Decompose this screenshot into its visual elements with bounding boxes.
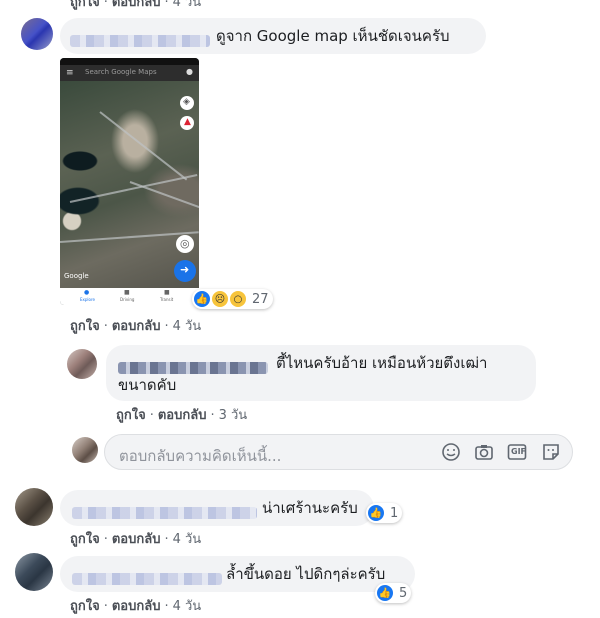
reply-link[interactable]: ตอบกลับ	[158, 408, 207, 423]
commenter-name[interactable]	[72, 572, 222, 585]
comment-text: ล้ำขึ้นดอย ไปดิกๆล่ะครับ	[226, 565, 386, 583]
comment-actions: ถูกใจ · ตอบกลับ · 4 วัน	[70, 599, 202, 614]
comment-actions: ถูกใจ · ตอบกลับ · 4 วัน	[70, 319, 202, 334]
comment-time: 4 วัน	[172, 599, 202, 614]
comment-time: 4 วัน	[172, 319, 202, 334]
commenter-name[interactable]	[72, 506, 257, 519]
nav-driving[interactable]: Driving	[120, 297, 134, 302]
reply-text-line2: ขนาดคับ	[118, 376, 177, 394]
gif-label: GIF	[511, 447, 527, 456]
comment-time: 4 วัน	[172, 532, 202, 547]
avatar[interactable]	[21, 18, 53, 50]
reply-input[interactable]: ตอบกลับความคิดเห็นนี้... GIF	[104, 434, 573, 470]
google-logo: Google	[64, 272, 89, 280]
reply-actions: ถูกใจ · ตอบกลับ · 3 วัน	[116, 408, 248, 423]
sad-icon: ☹	[212, 291, 228, 307]
reply-bubble: ตี้ไหนครับอ้าย เหมือนห้วยตึงเฒ่า ขนาดคับ	[106, 345, 536, 401]
like-icon: 👍	[377, 585, 393, 601]
train-icon: ■	[164, 289, 170, 296]
current-user-avatar	[72, 437, 98, 463]
maps-search-placeholder: Search Google Maps	[85, 68, 157, 76]
directions-button[interactable]: ➜	[174, 260, 196, 282]
comment-bubble: ดูจาก Google map เห็นชัดเจนครับ	[60, 18, 486, 54]
reply-link[interactable]: ตอบกลับ	[112, 599, 161, 614]
wow-icon: ○	[230, 291, 246, 307]
emoji-icon[interactable]	[441, 442, 463, 464]
maps-search-bar: ≡ Search Google Maps ●	[60, 65, 199, 81]
reply-text-line1: ตี้ไหนครับอ้าย เหมือนห้วยตึงเฒ่า	[276, 354, 488, 372]
my-location-button[interactable]: ◎	[176, 235, 194, 253]
reply-link[interactable]: ตอบกลับ	[112, 532, 161, 547]
directions-icon: ➜	[180, 263, 190, 276]
comment-actions: ถูกใจ · ตอบกลับ · 4 วัน	[70, 532, 202, 547]
comment-bubble: น่าเศร้านะครับ	[60, 490, 374, 526]
nav-explore[interactable]: Explore	[80, 297, 95, 302]
like-link[interactable]: ถูกใจ	[70, 532, 100, 547]
avatar[interactable]	[15, 488, 53, 526]
reaction-count: 5	[399, 585, 408, 601]
comment-bubble: ล้ำขึ้นดอย ไปดิกๆล่ะครับ	[60, 556, 415, 592]
sticker-icon[interactable]	[541, 442, 563, 464]
reply-input-placeholder: ตอบกลับความคิดเห็นนี้...	[119, 447, 282, 465]
satellite-map	[60, 81, 199, 288]
reply-link[interactable]: ตอบกลับ	[112, 319, 161, 334]
car-icon: ■	[124, 289, 130, 296]
avatar[interactable]	[15, 553, 53, 591]
reaction-summary[interactable]: 👍 1	[366, 503, 403, 523]
explore-icon: ●	[84, 289, 90, 296]
comment-time: 3 วัน	[218, 408, 248, 423]
menu-icon: ≡	[66, 68, 74, 78]
camera-icon[interactable]	[474, 442, 496, 464]
like-icon: 👍	[194, 291, 210, 307]
layers-icon: ◈	[183, 97, 190, 107]
comment-text: น่าเศร้านะครับ	[262, 499, 358, 517]
maps-bottom-nav: Explore Driving Transit ● ■ ■	[60, 288, 199, 305]
reaction-summary[interactable]: 👍 5	[375, 583, 412, 603]
reaction-summary[interactable]: 👍 ☹ ○ 27	[192, 289, 273, 309]
previous-comment-actions: ถูกใจ · ตอบกลับ · 4 วัน	[70, 0, 201, 12]
commenter-name[interactable]	[70, 34, 210, 47]
location-icon: ◎	[180, 237, 190, 250]
gif-icon[interactable]: GIF	[507, 442, 529, 464]
reaction-count: 1	[390, 505, 399, 521]
microphone-icon: ●	[186, 67, 193, 76]
reply-link[interactable]: ตอบกลับ	[112, 0, 161, 10]
like-link[interactable]: ถูกใจ	[70, 0, 100, 10]
compass-icon: ▲	[184, 117, 191, 127]
commenter-name[interactable]	[118, 361, 268, 374]
layers-button[interactable]: ◈	[180, 96, 194, 110]
like-link[interactable]: ถูกใจ	[116, 408, 146, 423]
avatar[interactable]	[67, 349, 97, 379]
nav-transit[interactable]: Transit	[160, 297, 173, 302]
compass-button[interactable]: ▲	[180, 116, 194, 130]
like-link[interactable]: ถูกใจ	[70, 599, 100, 614]
map-screenshot-attachment[interactable]: ≡ Search Google Maps ● ◈ ▲ ◎ ➜ Google Ex…	[60, 58, 199, 305]
like-link[interactable]: ถูกใจ	[70, 319, 100, 334]
reaction-count: 27	[252, 291, 269, 307]
like-icon: 👍	[368, 505, 384, 521]
status-bar	[60, 58, 199, 65]
comment-time: 4 วัน	[172, 0, 202, 10]
comment-text: ดูจาก Google map เห็นชัดเจนครับ	[216, 27, 450, 45]
